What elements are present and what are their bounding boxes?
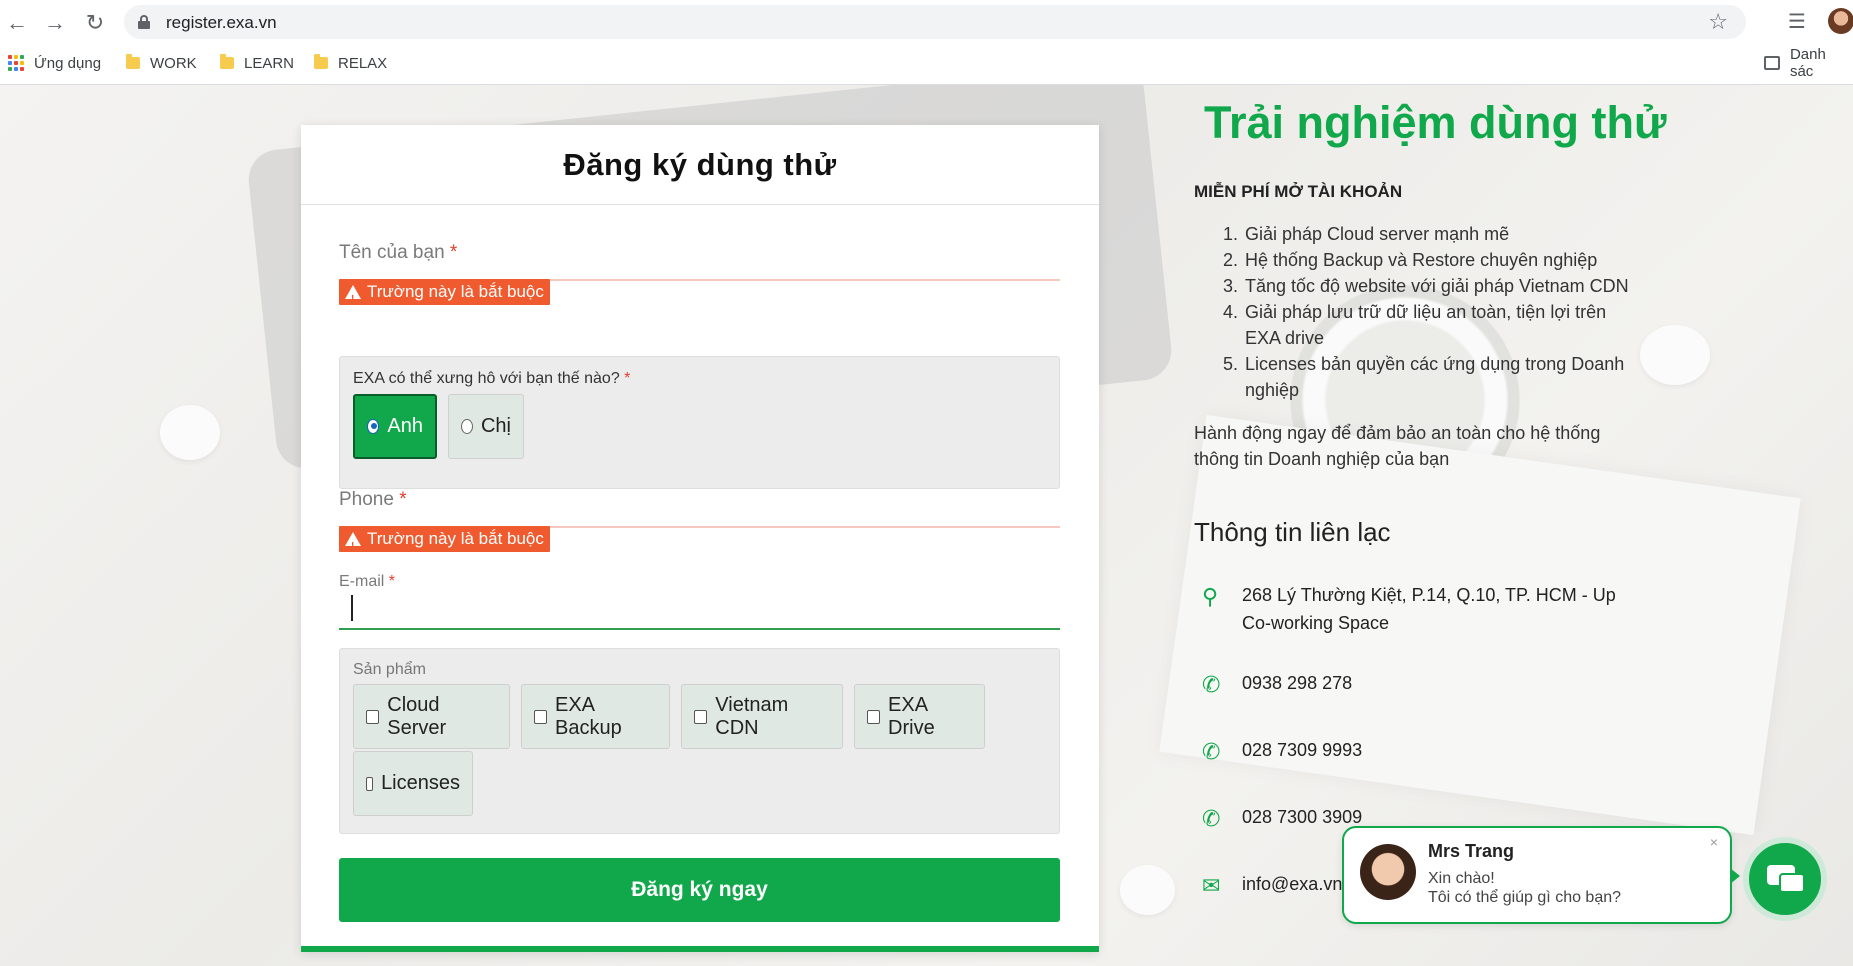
text-cursor <box>351 595 353 621</box>
chat-launcher-button[interactable] <box>1743 837 1827 921</box>
background-paper-ball <box>160 405 220 460</box>
name-field[interactable]: Tên của bạn * Trường này là bắt buộc <box>339 242 1060 322</box>
map-pin-icon: ⚲ <box>1202 584 1219 609</box>
cta-text: Hành động ngay để đảm bảo an toàn cho hệ… <box>1194 423 1601 469</box>
radio-unchecked-icon <box>461 419 473 434</box>
background-paper-ball <box>1120 865 1175 915</box>
folder-icon <box>126 54 140 69</box>
chat-message: Xin chào! <box>1428 870 1495 887</box>
lock-icon <box>138 15 150 29</box>
list-item: 3. Tăng tốc độ website với giải pháp Viet… <box>1223 276 1629 296</box>
info-subtitle: MIỄN PHÍ MỞ TÀI KHOẢN <box>1194 182 1403 201</box>
url-text[interactable]: register.exa.vn <box>166 13 277 33</box>
warning-icon <box>345 532 361 560</box>
register-form-card: Đăng ký dùng thử Tên của bạn * Trường nà… <box>301 125 1099 952</box>
bookmark-label: RELAX <box>338 54 388 72</box>
form-title: Đăng ký dùng thử <box>301 125 1099 205</box>
reading-list-label: Danh sác <box>1789 46 1826 80</box>
checkbox-icon <box>694 709 708 724</box>
error-text: Trường này là bắt buộc <box>367 529 544 548</box>
mail-icon: ✉ <box>1202 873 1221 898</box>
submit-button[interactable]: Đăng ký ngay <box>339 858 1060 922</box>
list-item: 5. Licenses bản quyền các ứng dụng trong … <box>1223 354 1625 400</box>
contact-title: Thông tin liên lạc <box>1194 517 1391 547</box>
reload-icon[interactable]: ↻ <box>80 8 110 38</box>
close-icon[interactable]: × <box>1710 834 1718 850</box>
list-item: 2. Hệ thống Backup và Restore chuyên nghi… <box>1223 250 1598 270</box>
salutation-panel: EXA có thể xưng hô với bạn thế nào? * An… <box>339 356 1060 489</box>
page-content: Đăng ký dùng thử Tên của bạn * Trường nà… <box>0 85 1853 966</box>
bookmark-work[interactable]: WORK <box>126 52 197 74</box>
agent-avatar <box>1360 844 1416 900</box>
benefits-list: 1. Giải pháp Cloud server mạnh mẽ 2. Hệ th… <box>1194 221 1634 403</box>
checkbox-icon <box>534 709 547 724</box>
forward-arrow-icon[interactable]: → <box>40 8 70 38</box>
required-mark: * <box>399 489 407 510</box>
reading-list-icon <box>1764 56 1780 70</box>
list-item: 4. Giải pháp lưu trữ dữ liệu an toàn, tiệ… <box>1223 302 1607 348</box>
chat-greeting-bubble[interactable]: Mrs Trang Xin chào! Tôi có thể giúp gì c… <box>1342 826 1740 924</box>
checkbox-icon <box>366 776 374 791</box>
radio-checked-icon <box>367 419 380 434</box>
name-error-tooltip: Trường này là bắt buộc <box>339 279 550 313</box>
products-label: Sản phẩm <box>353 661 426 678</box>
phone-icon: ✆ <box>1202 739 1221 764</box>
bookmark-learn[interactable]: LEARN <box>220 52 294 74</box>
bookmark-apps[interactable]: Ứng dụng <box>8 52 101 74</box>
product-exa-backup[interactable]: EXA Backup <box>521 684 670 749</box>
star-icon[interactable]: ☆ <box>1708 9 1728 35</box>
phone-icon: ✆ <box>1202 806 1221 831</box>
products-panel: Sản phẩm Cloud Server EXA Backup Vietnam… <box>339 648 1060 834</box>
bookmark-label: WORK <box>150 54 197 72</box>
bookmark-label: LEARN <box>244 54 295 72</box>
required-mark: * <box>388 573 396 590</box>
chat-message: Tôi có thể giúp gì cho bạn? <box>1428 889 1622 906</box>
checkbox-icon <box>366 709 380 724</box>
name-label: Tên của bạn <box>339 242 445 263</box>
product-licenses[interactable]: Licenses <box>353 751 473 816</box>
address-row: ← → ↻ register.exa.vn ☆ ☰ <box>0 0 1853 45</box>
apps-grid-icon <box>8 55 24 71</box>
back-arrow-icon[interactable]: ← <box>2 8 32 38</box>
reading-list[interactable]: Danh sác <box>1764 46 1853 80</box>
bookmark-label: Ứng dụng <box>34 54 102 72</box>
browser-chrome: ← → ↻ register.exa.vn ☆ ☰ Ứng dụng WORK … <box>0 0 1853 85</box>
phone-label: Phone <box>339 489 394 510</box>
salutation-option-anh[interactable]: Anh <box>353 394 437 459</box>
required-mark: * <box>449 242 458 263</box>
email-label: E-mail <box>339 573 385 590</box>
checkbox-icon <box>867 709 881 724</box>
list-item: 1. Giải pháp Cloud server mạnh mẽ <box>1223 224 1510 244</box>
error-text: Trường này là bắt buộc <box>367 282 544 301</box>
address-bar[interactable]: register.exa.vn ☆ <box>124 5 1746 39</box>
phone-icon: ✆ <box>1202 672 1221 697</box>
phone-error-tooltip: Trường này là bắt buộc <box>339 526 550 560</box>
bookmarks-bar: Ứng dụng WORK LEARN RELAX Danh sác <box>0 46 1853 80</box>
product-exa-drive[interactable]: EXA Drive <box>854 684 985 749</box>
profile-avatar[interactable] <box>1828 8 1853 34</box>
product-vietnam-cdn[interactable]: Vietnam CDN <box>681 684 843 749</box>
folder-icon <box>220 54 234 69</box>
info-title: Trải nghiệm dùng thử <box>1204 97 1667 148</box>
warning-icon <box>345 285 361 313</box>
phone-field[interactable]: Phone * Trường này là bắt buộc <box>339 489 1060 569</box>
media-control-icon[interactable]: ☰ <box>1788 9 1806 34</box>
contact-address: ⚲ 268 Lý Thường Kiệt, P.14, Q.10, TP. HC… <box>1202 584 1616 634</box>
product-cloud-server[interactable]: Cloud Server <box>353 684 510 749</box>
email-field[interactable]: E-mail * <box>339 573 1060 635</box>
required-mark: * <box>624 370 631 387</box>
bookmark-relax[interactable]: RELAX <box>314 52 387 74</box>
salutation-option-chi[interactable]: Chị <box>448 394 524 459</box>
email-input-line <box>339 628 1060 630</box>
agent-name: Mrs Trang <box>1428 841 1515 861</box>
folder-icon <box>314 54 328 69</box>
salutation-label: EXA có thể xưng hô với bạn thế nào? <box>353 370 620 387</box>
background-paper-ball <box>1640 325 1710 385</box>
